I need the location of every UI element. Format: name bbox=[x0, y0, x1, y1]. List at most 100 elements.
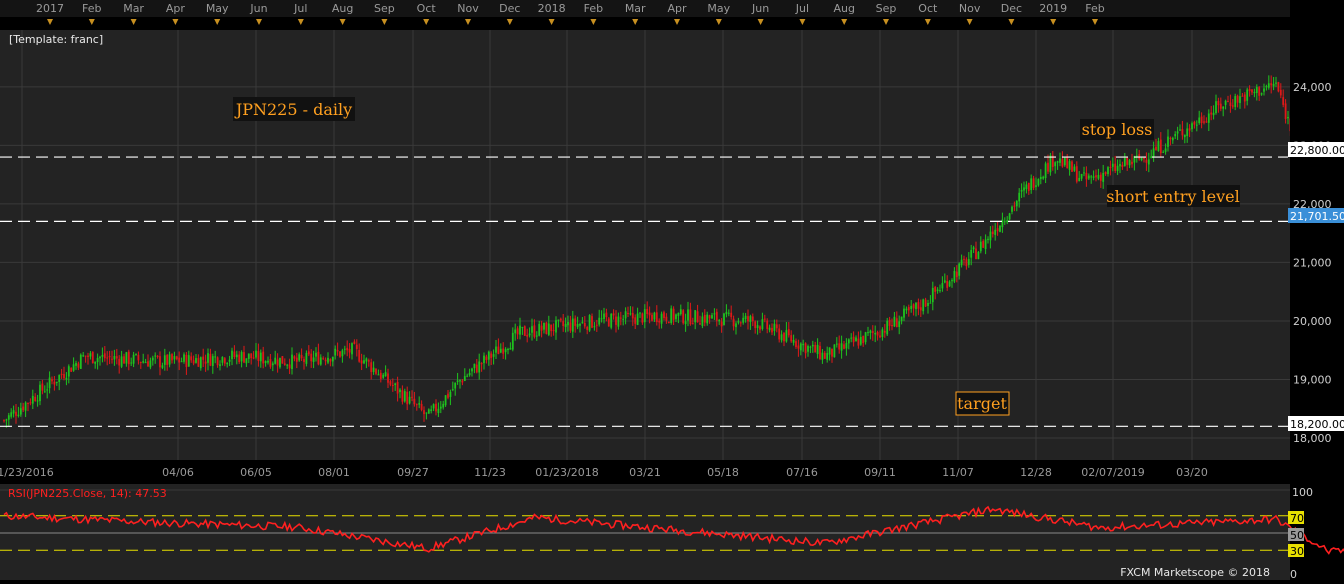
candle-body bbox=[190, 356, 193, 361]
candle-body bbox=[826, 353, 829, 360]
candle-body bbox=[89, 353, 92, 357]
candle-body bbox=[413, 398, 416, 405]
candle-body bbox=[1174, 134, 1177, 137]
candle-body bbox=[495, 346, 497, 353]
candle-body bbox=[1241, 95, 1244, 97]
candle-body bbox=[749, 316, 752, 322]
candle-body bbox=[1164, 148, 1167, 152]
timeline-label: Aug bbox=[332, 2, 353, 15]
candle-body bbox=[747, 316, 749, 322]
candle-body bbox=[1083, 172, 1085, 174]
candle-body bbox=[120, 356, 123, 367]
candle-body bbox=[406, 391, 409, 405]
candle-body bbox=[1006, 220, 1009, 223]
candle-body bbox=[1135, 155, 1138, 157]
candle-body bbox=[1171, 137, 1174, 141]
candle-body bbox=[778, 328, 781, 340]
candle-body bbox=[1030, 178, 1033, 191]
candle-body bbox=[372, 367, 375, 373]
candle-body bbox=[845, 343, 848, 349]
candle-body bbox=[711, 315, 713, 319]
timeline-label: Mar bbox=[625, 2, 646, 15]
candle-body bbox=[180, 361, 183, 363]
candle-body bbox=[838, 343, 841, 350]
candle-body bbox=[1263, 88, 1265, 92]
candle-body bbox=[571, 318, 574, 332]
candle-body bbox=[703, 314, 706, 323]
candle-body bbox=[610, 313, 613, 328]
candle-body bbox=[1044, 163, 1047, 179]
candle-body bbox=[706, 314, 709, 324]
candle-body bbox=[348, 349, 351, 353]
candle-body bbox=[408, 396, 411, 404]
timeline-label: May bbox=[206, 2, 229, 15]
candle-body bbox=[927, 302, 929, 306]
candle-body bbox=[99, 356, 101, 359]
candle-body bbox=[1095, 175, 1097, 178]
candle-body bbox=[730, 312, 733, 318]
candle-body bbox=[807, 346, 809, 352]
candle-body bbox=[509, 348, 512, 350]
candle-body bbox=[924, 299, 927, 307]
candle-body bbox=[1102, 172, 1105, 182]
candle-body bbox=[1272, 83, 1275, 87]
timeline-label: Oct bbox=[918, 2, 938, 15]
candle-body bbox=[936, 289, 939, 291]
candle-body bbox=[843, 344, 845, 349]
candle-body bbox=[1224, 100, 1227, 105]
candle-body bbox=[1159, 139, 1162, 154]
candle-body bbox=[636, 313, 639, 325]
candle-body bbox=[375, 368, 377, 374]
candle-body bbox=[238, 354, 241, 363]
candle-body bbox=[773, 323, 776, 331]
candle-body bbox=[415, 404, 418, 406]
candle-body bbox=[835, 343, 838, 345]
current-price-text: 21,701.50 bbox=[1290, 210, 1344, 223]
candle-body bbox=[958, 263, 961, 276]
date-tick-label: 11/07 bbox=[942, 466, 974, 479]
candle-body bbox=[269, 359, 272, 367]
candle-body bbox=[1039, 176, 1042, 180]
candle-body bbox=[115, 356, 118, 359]
candle-body bbox=[485, 356, 488, 361]
candle-body bbox=[915, 302, 917, 310]
stop-loss-label: stop loss bbox=[1082, 120, 1153, 139]
candle-body bbox=[893, 316, 896, 327]
candle-body bbox=[689, 309, 692, 325]
candle-body bbox=[439, 406, 442, 409]
candle-body bbox=[252, 357, 255, 359]
candle-body bbox=[1099, 174, 1102, 181]
candle-body bbox=[691, 323, 694, 325]
rsi-level-30: 30 bbox=[1290, 545, 1304, 558]
candle-body bbox=[1152, 148, 1155, 158]
candle-body bbox=[161, 365, 164, 368]
candle-body bbox=[228, 359, 231, 362]
candle-body bbox=[888, 319, 891, 326]
candle-body bbox=[3, 420, 5, 422]
candle-body bbox=[996, 228, 999, 232]
candle-body bbox=[617, 316, 620, 327]
candle-body bbox=[984, 239, 987, 250]
candle-body bbox=[751, 316, 754, 322]
candle-body bbox=[303, 359, 305, 363]
candle-body bbox=[473, 363, 476, 369]
candle-body bbox=[1183, 134, 1186, 138]
candle-body bbox=[653, 312, 656, 320]
candle-body bbox=[943, 280, 946, 283]
candle-body bbox=[1253, 91, 1256, 94]
timeline-label: 2019 bbox=[1039, 2, 1067, 15]
candle-body bbox=[24, 402, 27, 411]
candle-body bbox=[447, 393, 449, 398]
candle-body bbox=[39, 384, 41, 402]
candle-body bbox=[490, 353, 493, 358]
candle-body bbox=[1111, 163, 1114, 167]
candle-body bbox=[1092, 176, 1095, 178]
candle-body bbox=[1169, 137, 1172, 139]
candle-body bbox=[999, 226, 1001, 232]
candle-body bbox=[1179, 129, 1181, 131]
timeline-label: Jul bbox=[795, 2, 809, 15]
candle-body bbox=[259, 352, 262, 362]
candle-body bbox=[687, 309, 689, 321]
date-tick-label: 03/20 bbox=[1176, 466, 1208, 479]
candle-body bbox=[147, 361, 149, 367]
